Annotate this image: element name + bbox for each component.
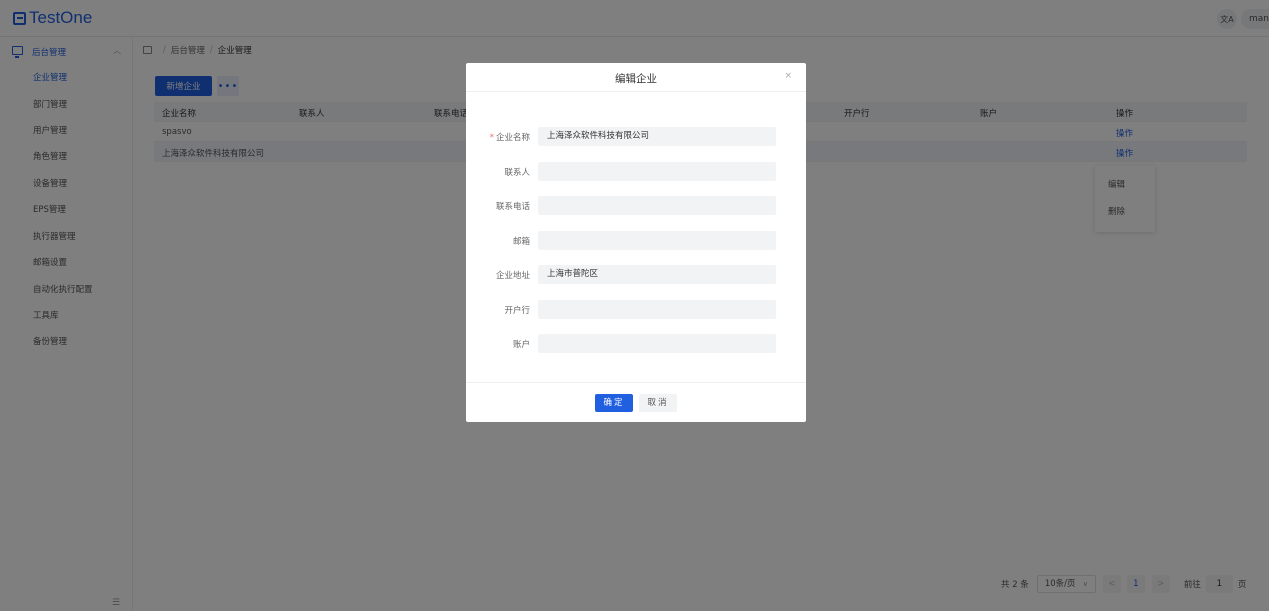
field-label: 企业地址: [495, 271, 530, 281]
field-label: * 企业名称: [490, 131, 530, 143]
field-label: 账户: [512, 340, 530, 350]
phone-input[interactable]: [538, 196, 776, 215]
field-label: 开户行: [504, 306, 530, 316]
field-row-bank: 开户行: [466, 300, 806, 319]
field-row-name: * 企业名称 上海泽众软件科技有限公司: [466, 127, 806, 146]
field-label: 联系人: [504, 168, 530, 178]
dialog-footer-divider: [466, 382, 806, 383]
email-input[interactable]: [538, 231, 776, 250]
field-label: 邮箱: [512, 237, 530, 247]
field-row-contact: 联系人: [466, 162, 806, 181]
contact-input[interactable]: [538, 162, 776, 181]
cancel-button[interactable]: 取消: [639, 394, 677, 412]
edit-enterprise-dialog: 编辑企业 × * 企业名称 上海泽众软件科技有限公司 联系人 联系电话 邮箱 企业…: [466, 63, 806, 422]
required-mark: *: [489, 133, 494, 143]
close-icon[interactable]: ×: [784, 71, 792, 81]
dialog-title: 编辑企业: [615, 73, 657, 85]
account-input[interactable]: [538, 334, 776, 353]
field-row-account: 账户: [466, 334, 806, 353]
address-input[interactable]: 上海市普陀区: [538, 265, 776, 284]
field-label-text: 企业名称: [495, 133, 530, 143]
field-label: 联系电话: [495, 202, 530, 212]
enterprise-name-input[interactable]: 上海泽众软件科技有限公司: [538, 127, 776, 146]
field-row-address: 企业地址 上海市普陀区: [466, 265, 806, 284]
confirm-button[interactable]: 确定: [595, 394, 633, 412]
dialog-divider: [466, 91, 806, 92]
bank-input[interactable]: [538, 300, 776, 319]
app-root: TestOne 文A manager 后台管理 ︿ 企业管理 部门管理 用户管理…: [0, 0, 1269, 611]
field-row-phone: 联系电话: [466, 196, 806, 215]
field-row-email: 邮箱: [466, 231, 806, 250]
